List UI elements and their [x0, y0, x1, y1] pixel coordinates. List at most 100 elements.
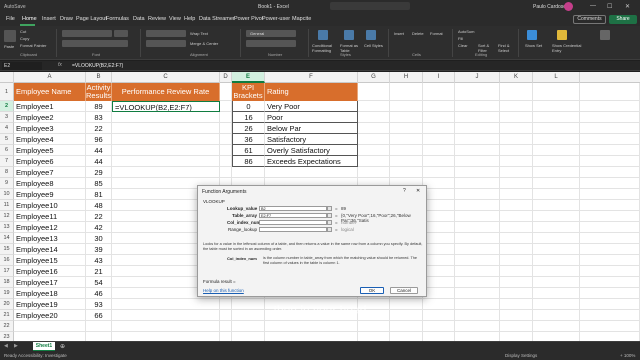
cancel-button[interactable]: Cancel: [390, 287, 418, 294]
menu-view[interactable]: View: [169, 16, 181, 22]
kpi-bracket-cell[interactable]: 0: [232, 101, 265, 112]
kpi-bracket-cell[interactable]: 86: [232, 156, 265, 167]
header-performance-review-rate[interactable]: Performance Review Rate: [112, 83, 220, 101]
menu-home[interactable]: Home: [22, 16, 37, 22]
activity-result-cell[interactable]: 85: [86, 178, 112, 189]
argument-input[interactable]: [259, 220, 327, 225]
show-credential-entry-button[interactable]: Show Credential Entry: [552, 43, 582, 53]
activity-result-cell[interactable]: 29: [86, 167, 112, 178]
menu-file[interactable]: File: [6, 16, 15, 22]
rating-cell[interactable]: Satisfactory: [265, 134, 358, 145]
row-header[interactable]: 2: [0, 101, 14, 112]
employee-name-cell[interactable]: Employee13: [14, 233, 86, 244]
collapse-dialog-icon[interactable]: [327, 227, 332, 232]
autosum-button[interactable]: AutoSum: [458, 29, 474, 34]
number-buttons[interactable]: [246, 40, 296, 47]
kpi-bracket-cell[interactable]: 16: [232, 112, 265, 123]
search-box[interactable]: [330, 2, 410, 10]
column-header-e[interactable]: E: [232, 72, 265, 83]
row-header[interactable]: 9: [0, 178, 14, 189]
menu-insert[interactable]: Insert: [42, 16, 56, 22]
comments-button[interactable]: Comments: [573, 15, 606, 24]
menu-mapcite[interactable]: Mapcite: [292, 16, 311, 22]
menu-data[interactable]: Data: [133, 16, 145, 22]
activity-result-cell[interactable]: 43: [86, 255, 112, 266]
row-header[interactable]: 8: [0, 167, 14, 178]
employee-name-cell[interactable]: Employee3: [14, 123, 86, 134]
paste-button[interactable]: Paste: [4, 44, 14, 49]
next-sheet-icon[interactable]: ▶: [14, 343, 18, 349]
employee-name-cell[interactable]: Employee16: [14, 266, 86, 277]
formula-input[interactable]: =VLOOKUP(B2,E2:F7): [72, 62, 123, 70]
row-header[interactable]: 14: [0, 233, 14, 244]
activity-result-cell[interactable]: 30: [86, 233, 112, 244]
header-employee-name[interactable]: Employee Name: [14, 83, 86, 101]
collapse-dialog-icon[interactable]: [327, 206, 332, 211]
employee-name-cell[interactable]: Employee14: [14, 244, 86, 255]
formula-cell-c2[interactable]: =VLOOKUP(B2,E2:F7): [112, 101, 220, 112]
activity-result-cell[interactable]: 46: [86, 288, 112, 299]
name-box[interactable]: E2: [2, 62, 42, 70]
copy-button[interactable]: Copy: [20, 36, 29, 41]
employee-name-cell[interactable]: Employee9: [14, 189, 86, 200]
add-sheet-icon[interactable]: ⊕: [60, 343, 65, 350]
activity-result-cell[interactable]: 54: [86, 277, 112, 288]
kpi-bracket-cell[interactable]: 26: [232, 123, 265, 134]
activity-result-cell[interactable]: 44: [86, 145, 112, 156]
merge-center-button[interactable]: Merge & Center: [190, 41, 218, 46]
activity-result-cell[interactable]: 44: [86, 156, 112, 167]
column-header-k[interactable]: K: [500, 72, 533, 83]
paste-icon[interactable]: [4, 30, 16, 42]
rating-cell[interactable]: Exceeds Expectations: [265, 156, 358, 167]
insert-button[interactable]: Insert: [394, 31, 404, 36]
menu-page-layout[interactable]: Page Layout: [76, 16, 107, 22]
clear-button[interactable]: Clear: [458, 43, 468, 48]
employee-name-cell[interactable]: Employee2: [14, 112, 86, 123]
menu-power-user[interactable]: Power-user: [262, 16, 290, 22]
font-name-select[interactable]: [62, 30, 112, 37]
column-header-g[interactable]: G: [358, 72, 390, 83]
close-icon[interactable]: ✕: [625, 3, 630, 10]
row-header[interactable]: 5: [0, 134, 14, 145]
display-settings-button[interactable]: Display Settings: [505, 353, 537, 358]
font-size-select[interactable]: [114, 30, 128, 37]
row-header[interactable]: 22: [0, 321, 14, 332]
employee-name-cell[interactable]: Employee8: [14, 178, 86, 189]
employee-name-cell[interactable]: Employee11: [14, 211, 86, 222]
wrap-text-button[interactable]: Wrap Text: [190, 31, 208, 36]
kpi-bracket-cell[interactable]: 61: [232, 145, 265, 156]
zoom-level[interactable]: + 100%: [620, 353, 635, 358]
row-header[interactable]: 6: [0, 145, 14, 156]
row-header[interactable]: 11: [0, 200, 14, 211]
show-set-icon[interactable]: [527, 30, 537, 40]
row-header[interactable]: 4: [0, 123, 14, 134]
header-rating[interactable]: Rating: [265, 83, 358, 101]
column-header-h[interactable]: H: [390, 72, 423, 83]
argument-input[interactable]: E2:F7: [259, 213, 327, 218]
activity-result-cell[interactable]: 22: [86, 211, 112, 222]
conditional-formatting-icon[interactable]: [318, 30, 328, 40]
activity-result-cell[interactable]: 42: [86, 222, 112, 233]
employee-name-cell[interactable]: Employee12: [14, 222, 86, 233]
employee-name-cell[interactable]: Employee17: [14, 277, 86, 288]
row-header[interactable]: 23: [0, 332, 14, 341]
column-header-d[interactable]: D: [220, 72, 232, 83]
activity-result-cell[interactable]: 89: [86, 101, 112, 112]
header-kpi-brackets[interactable]: KPI Brackets: [232, 83, 265, 101]
column-header-i[interactable]: I: [423, 72, 455, 83]
kpi-bracket-cell[interactable]: 36: [232, 134, 265, 145]
ok-button[interactable]: OK: [360, 287, 384, 294]
column-header-b[interactable]: B: [86, 72, 112, 83]
menu-review[interactable]: Review: [148, 16, 166, 22]
avatar[interactable]: [564, 2, 573, 11]
activity-result-cell[interactable]: 22: [86, 123, 112, 134]
column-header-c[interactable]: C: [112, 72, 220, 83]
header-activity-results[interactable]: Activity Results: [86, 83, 112, 101]
menu-formulas[interactable]: Formulas: [106, 16, 129, 22]
close-icon[interactable]: ✕: [416, 188, 420, 194]
row-header[interactable]: 17: [0, 266, 14, 277]
autosave-toggle[interactable]: AutoSave: [4, 4, 26, 10]
activity-result-cell[interactable]: 21: [86, 266, 112, 277]
employee-name-cell[interactable]: Employee5: [14, 145, 86, 156]
rating-cell[interactable]: Overly Satisfactory: [265, 145, 358, 156]
